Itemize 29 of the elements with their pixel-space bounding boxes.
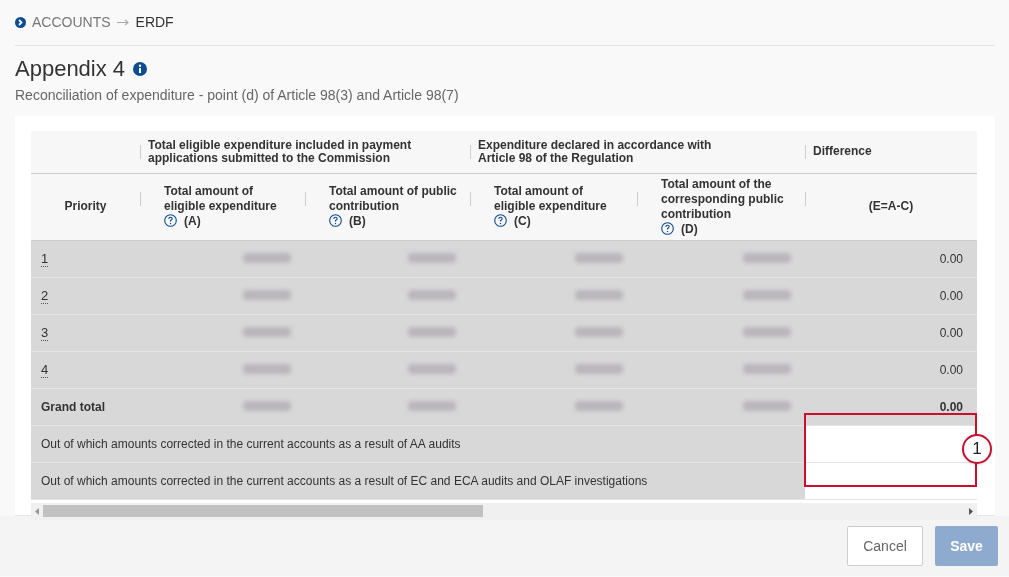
breadcrumb-item: ERDF xyxy=(135,13,174,32)
column-code: (D) xyxy=(681,221,698,236)
column-header: Total amount of eligible expenditure xyxy=(164,184,278,214)
column-header: Total amount of eligible expenditure xyxy=(494,184,608,214)
group-header: Expenditure declared in accordance with Article 98 of the Regulation xyxy=(478,138,713,165)
column-header: (E=A-C) xyxy=(868,199,914,213)
column-header: Priority xyxy=(64,199,107,213)
priority-label: 4 xyxy=(41,361,49,378)
difference-value: 0.00 xyxy=(939,399,963,414)
column-code: (C) xyxy=(514,214,531,228)
priority-label: 3 xyxy=(41,324,49,341)
column-header: Total amount of the corresponding public contribution xyxy=(661,176,785,222)
group-header: Difference xyxy=(813,145,873,159)
difference-value: 0.00 xyxy=(939,362,963,377)
total-label: Grand total xyxy=(41,399,105,414)
page-subtitle: Reconciliation of expenditure - point (d) of Article 98(3) and Article 98(7) xyxy=(15,86,460,104)
column-header: Total amount of public contribution xyxy=(329,184,458,214)
page-title: Appendix 4 xyxy=(15,56,126,82)
difference-value: 0.00 xyxy=(939,288,963,303)
difference-value: 0.00 xyxy=(939,325,963,340)
group-header: Total eligible expenditure included in payment applications submitted to the Commission xyxy=(148,138,413,165)
priority-label: 1 xyxy=(41,250,49,267)
row-label: Out of which amounts corrected in the current accounts as a result of AA audits xyxy=(41,436,461,451)
column-code: (A) xyxy=(184,214,201,228)
callout-marker: 1 xyxy=(962,434,992,464)
priority-label: 2 xyxy=(41,287,49,304)
difference-value: 0.00 xyxy=(939,251,963,266)
row-label: Out of which amounts corrected in the current accounts as a result of EC and ECA audits and OLAF investigations xyxy=(41,473,648,488)
column-code: (B) xyxy=(349,214,366,228)
